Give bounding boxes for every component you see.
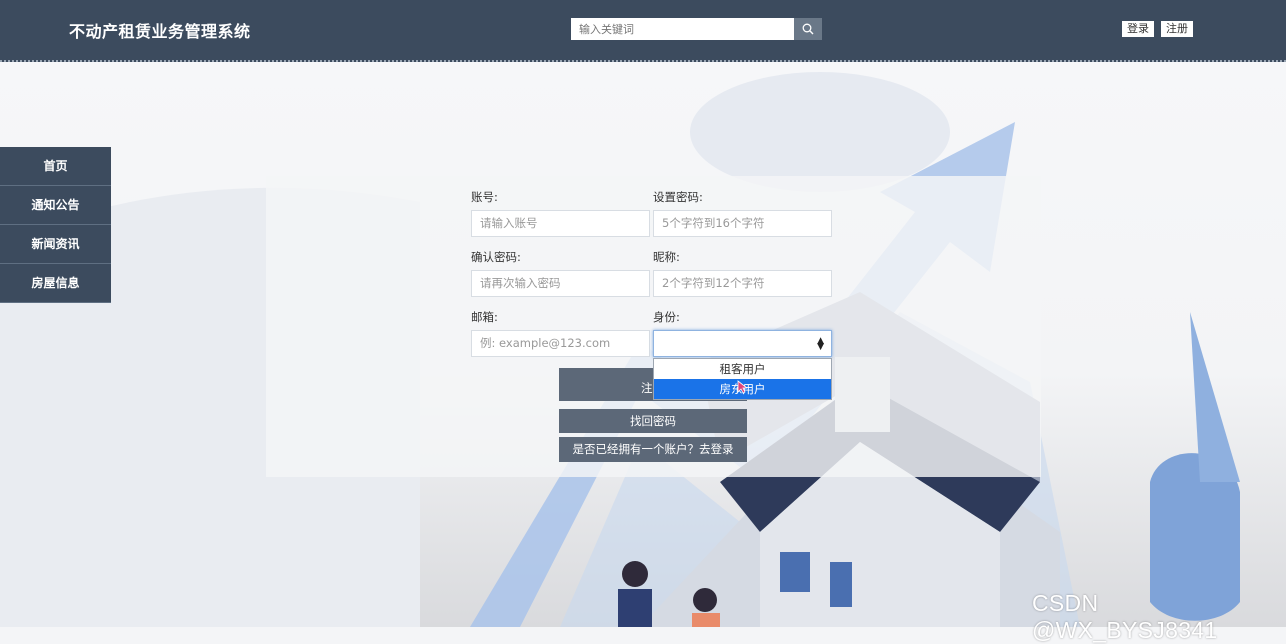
mouse-cursor-icon [737,380,747,394]
nickname-label: 昵称: [653,250,680,264]
register-header-button[interactable]: 注册 [1161,21,1193,37]
search-icon [802,23,814,35]
search-button[interactable] [794,18,822,40]
top-header: 不动产租赁业务管理系统 登录 注册 [0,0,1286,62]
confirm-password-label: 确认密码: [471,250,521,264]
nickname-input[interactable]: 2个字符到12个字符 [653,270,832,297]
confirm-password-input[interactable]: 请再次输入密码 [471,270,650,297]
account-input[interactable]: 请输入账号 [471,210,650,237]
password-input[interactable]: 5个字符到16个字符 [653,210,832,237]
sidebar-nav: 首页 通知公告 新闻资讯 房屋信息 [0,147,111,303]
search-input[interactable] [571,18,794,40]
password-label: 设置密码: [653,190,703,204]
account-label: 账号: [471,190,498,204]
app-title: 不动产租赁业务管理系统 [69,22,251,41]
sidebar-item-home[interactable]: 首页 [0,147,111,186]
sidebar-item-notices[interactable]: 通知公告 [0,186,111,225]
email-input[interactable]: 例: example@123.com [471,330,650,357]
role-select[interactable]: ▲ ▼ [653,330,832,357]
register-submit-label: 注 [641,381,653,395]
role-option-tenant[interactable]: 租客用户 [654,359,831,379]
role-label: 身份: [653,310,680,324]
login-button[interactable]: 登录 [1122,21,1154,37]
email-label: 邮箱: [471,310,498,324]
watermark-text: CSDN @WX_BYSJ8341 [1032,590,1218,643]
select-arrows-icon: ▲ ▼ [817,336,824,352]
forgot-password-button[interactable]: 找回密码 [559,409,747,433]
go-login-button[interactable]: 是否已经拥有一个账户？去登录 [559,437,747,462]
sidebar-item-news[interactable]: 新闻资讯 [0,225,111,264]
sidebar-item-housing[interactable]: 房屋信息 [0,264,111,303]
